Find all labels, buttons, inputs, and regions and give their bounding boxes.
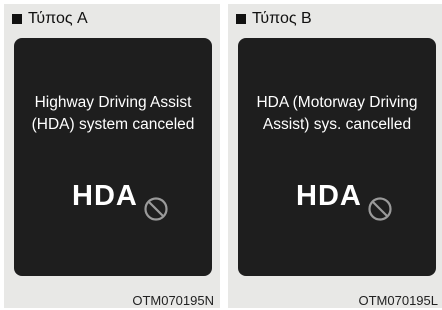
figure-code: OTM070195L [358, 293, 439, 308]
message-line-2: Assist) sys. cancelled [262, 116, 412, 133]
panel-title-text: Τύπος B [252, 10, 312, 27]
hda-symbol: HDA [72, 178, 172, 222]
warning-message: Highway Driving Assist (HDA) system canc… [14, 92, 212, 136]
cluster-display: HDA (Motorway Driving Assist) sys. cance… [238, 38, 436, 276]
message-line-2: (HDA) system canceled [31, 116, 195, 133]
panel-title-text: Τύπος A [28, 10, 88, 27]
prohibited-icon [143, 196, 169, 222]
hda-symbol: HDA [296, 178, 396, 222]
prohibited-icon [367, 196, 393, 222]
hda-label: HDA [296, 180, 362, 212]
cluster-display: Highway Driving Assist (HDA) system canc… [14, 38, 212, 276]
warning-message: HDA (Motorway Driving Assist) sys. cance… [238, 92, 436, 136]
panel-type-a: Τύπος A Highway Driving Assist (HDA) sys… [4, 4, 220, 308]
panel-title: Τύπος B [236, 10, 312, 28]
figure-code: OTM070195N [132, 293, 214, 308]
square-bullet-icon [236, 14, 246, 24]
square-bullet-icon [12, 14, 22, 24]
hda-label: HDA [72, 180, 138, 212]
panel-type-b: Τύπος B HDA (Motorway Driving Assist) sy… [228, 4, 442, 308]
message-line-1: Highway Driving Assist [34, 94, 192, 111]
figure: Τύπος A Highway Driving Assist (HDA) sys… [0, 0, 442, 310]
message-line-1: HDA (Motorway Driving [256, 94, 418, 111]
panel-title: Τύπος A [12, 10, 88, 28]
